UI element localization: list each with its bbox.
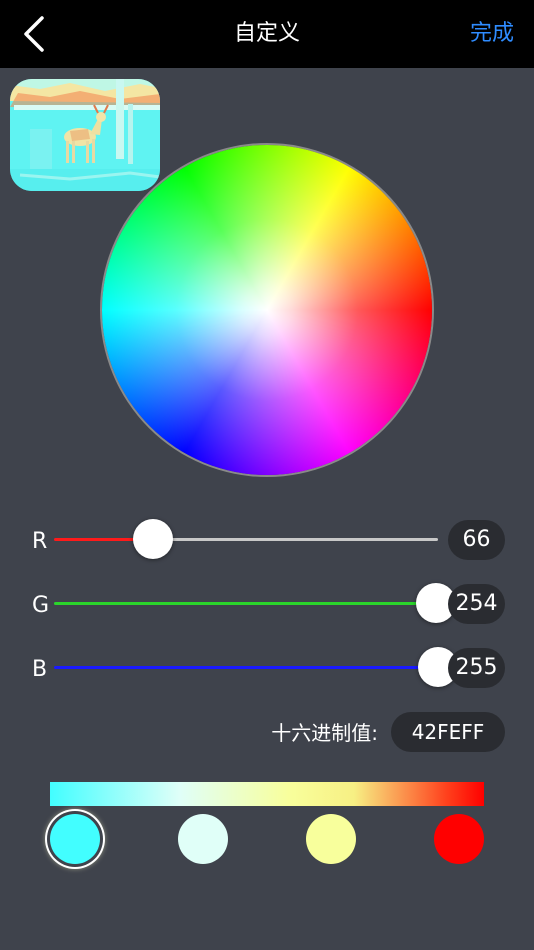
- red-slider-track[interactable]: [54, 538, 438, 541]
- page-title: 自定义: [233, 21, 300, 46]
- blue-label: B: [32, 657, 48, 682]
- blue-value[interactable]: 255: [448, 648, 505, 688]
- red-label: R: [32, 529, 48, 554]
- hex-label: 十六进制值:: [271, 721, 378, 745]
- green-slider-track[interactable]: [54, 602, 438, 605]
- done-button[interactable]: 完成: [470, 20, 514, 48]
- swatch-3[interactable]: [306, 814, 356, 864]
- green-label: G: [32, 593, 50, 618]
- green-value[interactable]: 254: [448, 584, 505, 624]
- color-wheel[interactable]: [102, 145, 432, 475]
- swatch-4[interactable]: [434, 814, 484, 864]
- red-value[interactable]: 66: [448, 520, 505, 560]
- red-slider-thumb[interactable]: [133, 519, 174, 559]
- blue-slider-track[interactable]: [54, 666, 438, 669]
- swatch-1[interactable]: [50, 814, 100, 864]
- color-wheel-saturation: [102, 145, 432, 475]
- gradient-preview-bar: [50, 782, 484, 806]
- hex-value-field[interactable]: 42FEFF: [391, 712, 505, 752]
- swatch-2[interactable]: [178, 814, 228, 864]
- nav-bar: 自定义 完成: [0, 0, 534, 68]
